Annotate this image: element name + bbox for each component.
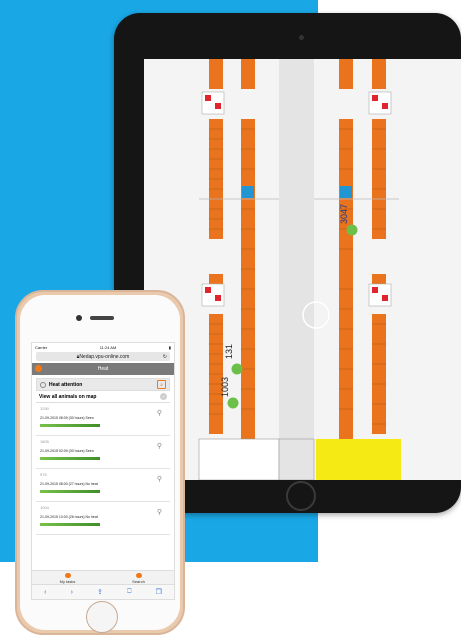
heat-attention-row[interactable]: Heat attention 2 <box>36 378 170 391</box>
tab-search[interactable]: Search <box>103 571 174 585</box>
tablet-camera <box>299 35 304 40</box>
feeder-unit-left-bottom <box>201 283 225 307</box>
app-logo-icon[interactable] <box>35 365 42 372</box>
carrier-text: Carrier <box>35 344 48 350</box>
map-pin-icon[interactable]: ⚲ <box>157 409 162 417</box>
map-pin-icon[interactable]: ⚲ <box>157 442 162 450</box>
heat-attention-icon <box>40 381 46 388</box>
animal-meta: 21-09-2015 10:00 (26 hours) No heat <box>40 515 98 519</box>
cow-marker-1003 <box>227 397 239 409</box>
status-time: 11:24 AM <box>99 344 117 350</box>
heat-attention-label: Heat attention <box>49 381 83 388</box>
tablet-home-button[interactable] <box>286 481 316 511</box>
tab-label: My tasks <box>59 578 76 584</box>
battery-icon: ▮ <box>168 344 171 350</box>
room-bottom-middle <box>278 438 315 480</box>
tasks-icon <box>64 572 71 578</box>
heat-attention-count-badge: 2 <box>157 380 166 389</box>
tab-my-tasks[interactable]: My tasks <box>32 571 103 585</box>
animal-meta: 21-09-2015 08:09 (30 hours) Seen <box>40 416 94 420</box>
forward-icon[interactable]: › <box>71 589 73 596</box>
search-icon <box>135 572 142 578</box>
phone-screen: Carrier 11:24 AM ▮ 🔒︎ Nedap.vpu-online.c… <box>31 342 175 600</box>
cow-label-1003: 1003 <box>220 377 230 397</box>
list-item[interactable]: 1004 21-09-2015 10:00 (26 hours) No heat… <box>36 502 170 535</box>
share-icon[interactable]: ⇪ <box>97 588 103 596</box>
bookmarks-icon[interactable]: ⎕ <box>127 588 131 596</box>
cow-marker-131 <box>231 363 243 375</box>
view-map-row[interactable]: View all animals on map › <box>36 391 170 403</box>
phone-home-button[interactable] <box>86 601 118 633</box>
feeder-unit-right-bottom <box>368 283 392 307</box>
chevron-right-icon: › <box>160 393 167 400</box>
list-item[interactable]: 1290 21-09-2015 08:09 (30 hours) Seen ⚲ <box>36 403 170 436</box>
animal-number: 975 <box>40 472 47 477</box>
list-item[interactable]: 975 21-09-2015 08:00 (27 hours) No heat … <box>36 469 170 502</box>
animal-meta: 21-09-2015 08:00 (27 hours) No heat <box>40 482 98 486</box>
water-trough-right <box>340 186 352 198</box>
yellow-zone <box>316 439 401 480</box>
heat-progress-bar <box>40 490 100 493</box>
heat-progress-bar <box>40 424 100 427</box>
back-icon[interactable]: ‹ <box>44 589 46 596</box>
phone-body: Carrier 11:24 AM ▮ 🔒︎ Nedap.vpu-online.c… <box>20 295 180 633</box>
barn-map[interactable]: 131 1003 3047 <box>144 59 461 480</box>
animal-number: 1805 <box>40 439 49 444</box>
feeder-unit-left-top <box>201 91 225 115</box>
animal-number: 1290 <box>40 406 49 411</box>
tab-label: Search <box>132 578 145 584</box>
barn-map-screen[interactable]: 131 1003 3047 <box>144 59 461 480</box>
cow-marker-3047 <box>346 224 358 236</box>
browser-toolbar: ‹ › ⇪ ⎕ ❐ <box>32 584 174 599</box>
map-pin-icon[interactable]: ⚲ <box>157 475 162 483</box>
water-trough-left <box>242 186 254 198</box>
heat-progress-bar <box>40 457 100 460</box>
cow-label-131: 131 <box>224 344 234 359</box>
url-text: Nedap.vpu-online.com <box>79 353 130 360</box>
header-title: Heat <box>97 366 109 372</box>
app-header: Heat <box>32 363 174 375</box>
reload-icon[interactable]: ↻ <box>163 354 167 360</box>
tabs-icon[interactable]: ❐ <box>156 588 162 596</box>
cow-label-3047: 3047 <box>339 204 349 224</box>
list-item[interactable]: 1805 21-09-2015 02:09 (30 hours) Seen ⚲ <box>36 436 170 469</box>
room-bottom-left <box>198 438 280 480</box>
heat-progress-bar <box>40 523 100 526</box>
phone-camera <box>76 315 82 321</box>
status-bar: Carrier 11:24 AM ▮ <box>32 343 174 351</box>
animal-meta: 21-09-2015 02:09 (30 hours) Seen <box>40 449 94 453</box>
view-map-label: View all animals on map <box>39 393 97 400</box>
feeder-unit-right-top <box>368 91 392 115</box>
url-bar[interactable]: 🔒︎ Nedap.vpu-online.com ↻ <box>36 352 170 361</box>
phone-speaker <box>90 316 114 320</box>
phone-device: Carrier 11:24 AM ▮ 🔒︎ Nedap.vpu-online.c… <box>15 290 185 635</box>
app-tab-bar: My tasks Search <box>32 570 174 585</box>
heat-section: Heat attention 2 View all animals on map… <box>36 378 170 535</box>
map-pin-icon[interactable]: ⚲ <box>157 508 162 516</box>
animal-number: 1004 <box>40 505 49 510</box>
